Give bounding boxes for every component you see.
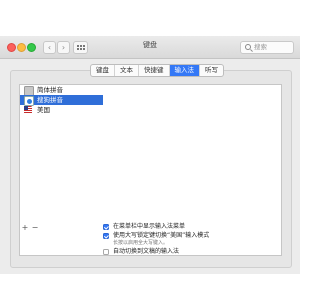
forward-button[interactable]: › bbox=[57, 41, 70, 54]
option-auto-switch-input[interactable]: 自动切换到文稿的输入法 bbox=[103, 247, 209, 256]
checkbox-auto-switch[interactable] bbox=[103, 248, 109, 255]
back-button[interactable]: ‹ bbox=[43, 41, 56, 54]
list-item-label: 搜狗拼音 bbox=[37, 96, 63, 104]
option-label: 在菜单栏中显示输入法菜单 bbox=[113, 223, 186, 230]
add-input-source-button[interactable]: + bbox=[20, 224, 30, 232]
tab-text[interactable]: 文本 bbox=[115, 65, 139, 76]
list-item-label: 简体拼音 bbox=[37, 86, 63, 94]
zoom-window-button[interactable] bbox=[27, 43, 36, 52]
tab-shortcuts[interactable]: 快捷键 bbox=[139, 65, 170, 76]
title-bar: ‹ › 键盘 搜索 bbox=[0, 36, 300, 59]
checkbox-caps-lock[interactable] bbox=[103, 232, 109, 239]
option-label: 自动切换到文稿的输入法 bbox=[113, 248, 180, 255]
us-flag-icon bbox=[24, 106, 32, 114]
search-field[interactable]: 搜索 bbox=[240, 41, 294, 54]
caps-lock-note: 长按以启用全大写键入。 bbox=[113, 240, 169, 246]
tab-bar: 键盘 文本 快捷键 输入法 听写 bbox=[90, 64, 224, 77]
list-item-us[interactable]: 美国 bbox=[20, 105, 104, 115]
chevron-left-icon: ‹ bbox=[47, 43, 52, 52]
search-placeholder: 搜索 bbox=[254, 43, 267, 51]
tab-keyboard[interactable]: 键盘 bbox=[91, 65, 115, 76]
close-window-button[interactable] bbox=[7, 43, 16, 52]
option-show-menu-in-menubar[interactable]: 在菜单栏中显示输入法菜单 bbox=[103, 222, 209, 231]
list-item-sogou-pinyin[interactable]: 搜狗拼音 bbox=[20, 95, 104, 106]
checkbox-show-menu[interactable] bbox=[103, 223, 109, 230]
window-title: 键盘 bbox=[143, 41, 157, 49]
list-controls: + − bbox=[20, 224, 40, 232]
search-icon bbox=[245, 44, 251, 50]
show-all-button[interactable] bbox=[73, 41, 88, 54]
tab-input-sources[interactable]: 输入法 bbox=[169, 65, 200, 76]
option-caps-lock-switch[interactable]: 使用大写锁定键切换“美国”输入模式 bbox=[103, 231, 209, 240]
option-label: 使用大写锁定键切换“美国”输入模式 bbox=[113, 232, 210, 239]
minimize-window-button[interactable] bbox=[17, 43, 26, 52]
tab-dictation[interactable]: 听写 bbox=[200, 65, 223, 76]
list-item-simplified-pinyin[interactable]: 简体拼音 bbox=[20, 85, 104, 96]
chevron-right-icon: › bbox=[61, 43, 66, 52]
remove-input-source-button[interactable]: − bbox=[30, 224, 40, 232]
input-options: 在菜单栏中显示输入法菜单 使用大写锁定键切换“美国”输入模式 长按以启用全大写键… bbox=[103, 222, 209, 256]
list-item-label: 美国 bbox=[37, 106, 50, 114]
